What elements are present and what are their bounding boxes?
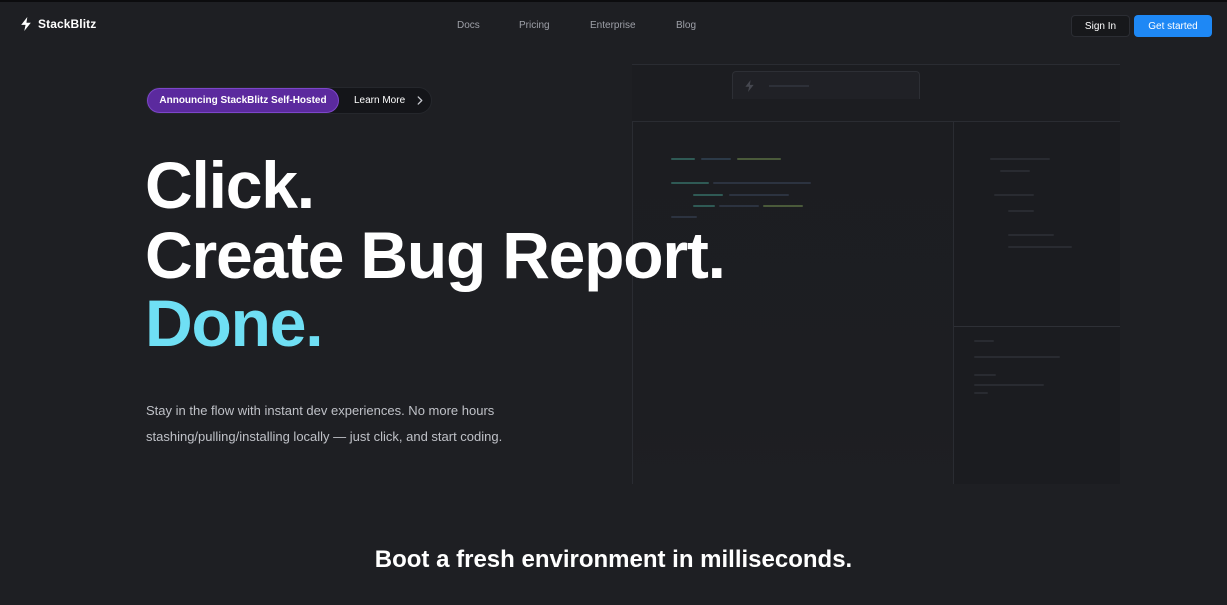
editor-preview-code-pane <box>632 122 954 484</box>
get-started-button[interactable]: Get started <box>1134 15 1212 37</box>
top-nav: StackBlitz Docs Pricing Enterprise Blog … <box>0 0 1227 52</box>
sign-in-button[interactable]: Sign In <box>1071 15 1130 37</box>
nav-link-docs[interactable]: Docs <box>457 20 480 31</box>
code-line <box>693 205 715 207</box>
code-line <box>671 182 709 184</box>
code-line <box>693 194 723 196</box>
bolt-icon <box>745 80 754 92</box>
code-line <box>701 158 731 160</box>
chevron-right-icon <box>417 96 423 105</box>
code-line <box>719 205 759 207</box>
code-line <box>974 356 1060 358</box>
nav-link-enterprise[interactable]: Enterprise <box>590 20 636 31</box>
code-line <box>737 158 781 160</box>
code-line <box>974 374 996 376</box>
boot-headline-text: Boot a fresh environment in <box>374 546 701 573</box>
editor-preview-divider <box>954 326 1120 327</box>
code-line <box>713 182 811 184</box>
nav-link-pricing[interactable]: Pricing <box>519 20 550 31</box>
code-line <box>974 340 994 342</box>
code-line <box>1008 210 1034 212</box>
brand-logo-link[interactable]: StackBlitz <box>20 17 96 31</box>
code-line <box>763 205 803 207</box>
code-line <box>729 194 789 196</box>
boot-headline: Boot a fresh environment in milliseconds… <box>0 546 1227 574</box>
code-line <box>974 392 988 394</box>
code-line <box>1000 170 1030 172</box>
editor-preview-header <box>632 64 1120 122</box>
code-line <box>990 158 1050 160</box>
learn-more-link: Learn More <box>354 95 406 106</box>
code-line <box>1008 246 1072 248</box>
announcement-pill[interactable]: Announcing StackBlitz Self-Hosted Learn … <box>146 87 432 114</box>
bolt-icon <box>21 17 31 31</box>
boot-headline-emphasis: milliseconds. <box>700 546 853 573</box>
brand-name: StackBlitz <box>38 17 97 31</box>
hero-headline-create-bug-report: Create Bug Report. <box>145 218 726 292</box>
hero-subtitle: Stay in the flow with instant dev experi… <box>146 403 503 444</box>
hero-headline-done: Done. <box>145 286 324 360</box>
editor-preview-tab-title <box>769 85 809 87</box>
code-line <box>1008 234 1054 236</box>
announcement-badge: Announcing StackBlitz Self-Hosted <box>147 88 339 113</box>
code-line <box>974 384 1044 386</box>
hero-headline-click: Click. <box>145 148 315 222</box>
editor-preview-tab <box>732 71 920 99</box>
nav-link-blog[interactable]: Blog <box>676 20 696 31</box>
code-line <box>994 194 1034 196</box>
code-line <box>671 158 695 160</box>
editor-preview-sidebar <box>954 122 1120 484</box>
